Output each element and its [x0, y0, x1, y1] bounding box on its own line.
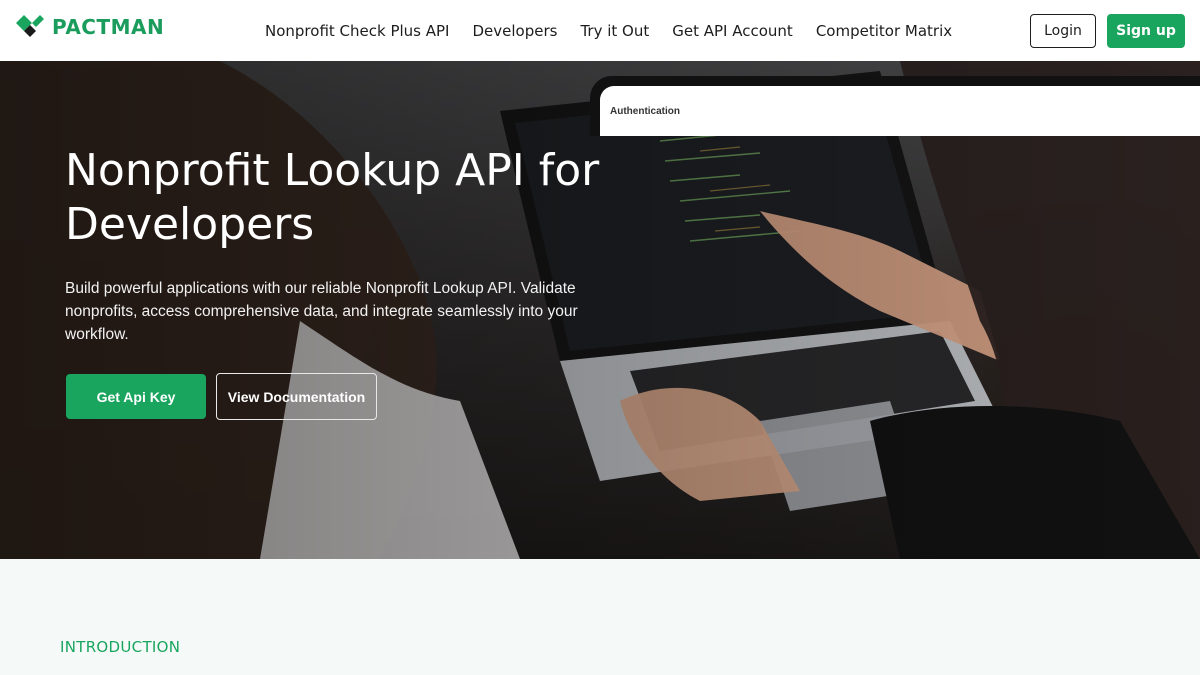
nav-item-nonprofit-check-plus-api[interactable]: Nonprofit Check Plus API — [265, 22, 449, 40]
nav-item-try-it-out[interactable]: Try it Out — [580, 22, 649, 40]
site-header: PACTMAN Nonprofit Check Plus API Develop… — [0, 0, 1200, 61]
nav-item-developers[interactable]: Developers — [472, 22, 557, 40]
introduction-label: INTRODUCTION — [60, 638, 181, 656]
logo-text: PACTMAN — [52, 15, 165, 39]
logo[interactable]: PACTMAN — [14, 13, 164, 41]
signup-button[interactable]: Sign up — [1107, 14, 1185, 48]
nav-item-competitor-matrix[interactable]: Competitor Matrix — [816, 22, 952, 40]
get-api-key-button[interactable]: Get Api Key — [66, 374, 206, 419]
pactman-logo-icon — [16, 15, 44, 37]
view-documentation-button[interactable]: View Documentation — [216, 373, 377, 420]
device-screen — [600, 86, 1200, 136]
main-nav: Nonprofit Check Plus API Developers Try … — [265, 0, 975, 61]
nav-item-get-api-account[interactable]: Get API Account — [672, 22, 793, 40]
hero-description: Build powerful applications with our rel… — [65, 280, 578, 343]
device-authentication-label: Authentication — [610, 106, 680, 117]
login-button[interactable]: Login — [1030, 14, 1096, 48]
hero-title: Nonprofit Lookup API for Developers — [65, 145, 600, 250]
introduction-section: INTRODUCTION — [0, 559, 1200, 675]
